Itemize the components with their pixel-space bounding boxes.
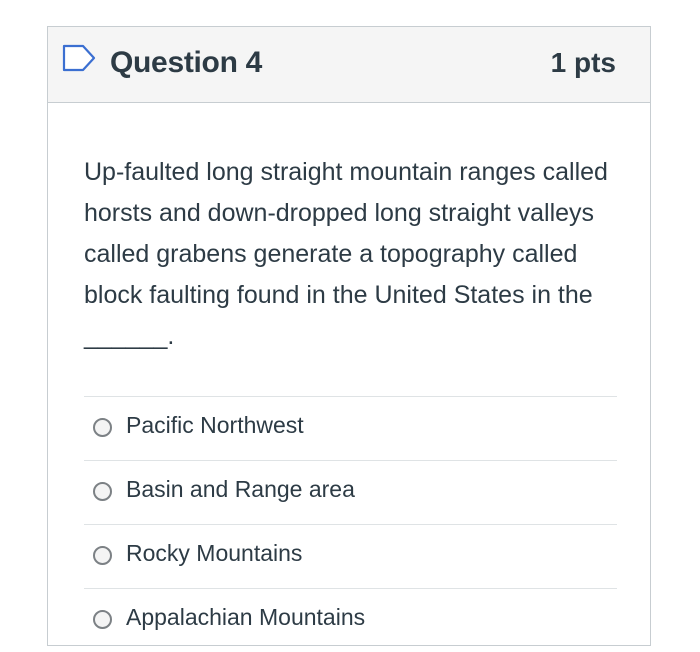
answer-label[interactable]: Rocky Mountains [126,540,302,567]
radio-button[interactable] [93,482,112,501]
radio-button[interactable] [93,610,112,629]
answer-option[interactable]: Pacific Northwest [84,396,617,460]
answer-label[interactable]: Pacific Northwest [126,412,304,439]
answer-option[interactable]: Basin and Range area [84,460,617,524]
flag-outline-icon[interactable] [62,44,96,72]
answer-option[interactable]: Appalachian Mountains [84,588,617,652]
question-card: Question 4 1 pts Up-faulted long straigh… [47,26,651,646]
answer-label[interactable]: Appalachian Mountains [126,604,365,631]
answer-option[interactable]: Rocky Mountains [84,524,617,588]
radio-button[interactable] [93,418,112,437]
question-header: Question 4 1 pts [48,27,650,103]
question-text: Up-faulted long straight mountain ranges… [84,158,608,350]
radio-button[interactable] [93,546,112,565]
answer-label[interactable]: Basin and Range area [126,476,355,503]
question-points: 1 pts [550,47,616,78]
answer-list: Pacific Northwest Basin and Range area R… [84,396,617,652]
question-title: Question 4 [110,46,263,79]
